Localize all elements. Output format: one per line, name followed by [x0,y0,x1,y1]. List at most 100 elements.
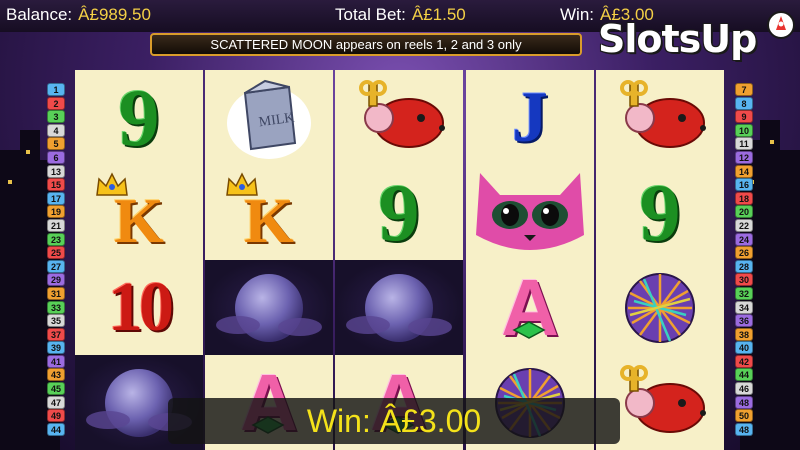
payline-markers-right: 7 8 9 10 11 12 14 16 18 20 22 24 26 28 30 32 34 36 38 40 42 4… [735,83,753,436]
nine-symbol: 9 [118,71,160,163]
balance-display: Balance: Â£989.50 [6,5,151,25]
payline-marker-left-4: 5 [47,137,65,151]
total-bet-value: Â£1.50 [411,5,466,24]
payline-marker-left-22: 45 [47,382,65,396]
payline-marker-left-24: 49 [47,409,65,423]
payline-marker-left-20: 41 [47,354,65,368]
reel-2-symbol-1: MILK [205,70,333,165]
payline-marker-right-1: 8 [735,96,753,110]
logo-text: SlotsUp [598,17,757,61]
total-bet-display: Total Bet: Â£1.50 [335,5,466,25]
ten-symbol: 10 [108,268,174,346]
payline-marker-right-19: 40 [735,341,753,355]
nine-symbol: 9 [378,166,420,258]
reel-4: JA [466,70,594,450]
payline-marker-right-8: 18 [735,191,753,205]
payline-marker-left-15: 31 [47,286,65,300]
payline-marker-left-9: 19 [47,205,65,219]
payline-marker-right-13: 28 [735,259,753,273]
payline-marker-right-11: 24 [735,232,753,246]
payline-marker-right-7: 16 [735,178,753,192]
reel-2-symbol-2: K [205,165,333,260]
reel-5: 9 [596,70,724,450]
payline-marker-right-6: 14 [735,164,753,178]
payline-marker-left-21: 43 [47,368,65,382]
rocket-icon [767,11,795,39]
payline-marker-left-11: 23 [47,232,65,246]
payline-marker-left-7: 15 [47,178,65,192]
payline-marker-left-3: 4 [47,123,65,137]
jack-symbol: J [512,77,548,157]
balance-label: Balance: [6,5,73,24]
payline-marker-left-1: 2 [47,96,65,110]
payline-markers-left: 1 2 3 4 5 6 13 15 17 19 21 23 25 27 29 31 33 35 37 39 41 43 45… [47,83,65,436]
milk-carton-icon: MILK [227,79,311,159]
reel-5-symbol-1 [596,70,724,165]
payline-marker-right-18: 38 [735,327,753,341]
payline-marker-left-17: 35 [47,314,65,328]
cat-face-icon [476,173,584,250]
reel-4-symbol-3: A [466,260,594,355]
wind-up-mouse-icon [620,79,706,148]
payline-marker-right-10: 22 [735,218,753,232]
payline-marker-right-24: 50 [735,409,753,423]
payline-marker-left-0: 1 [47,83,65,96]
scattered-moon-icon [346,273,452,342]
balance-value: Â£989.50 [78,5,151,24]
reel-2: MILKKA [205,70,333,450]
yarn-ball-icon [625,272,695,343]
reel-1: 9 K 10 [75,70,203,450]
payline-marker-right-25: 48 [735,422,753,436]
payline-marker-right-4: 11 [735,137,753,151]
payline-marker-right-9: 20 [735,205,753,219]
payline-marker-left-16: 33 [47,300,65,314]
payline-marker-right-0: 7 [735,83,753,96]
reel-3-symbol-1 [335,70,463,165]
reel-1-symbol-2: K [75,165,203,260]
message-banner: SCATTERED MOON appears on reels 1, 2 and… [150,33,582,56]
payline-marker-right-16: 34 [735,300,753,314]
reel-4-symbol-2 [466,165,594,260]
reel-4-symbol-1: J [466,70,594,165]
payline-marker-left-25: 44 [47,422,65,436]
payline-marker-right-21: 44 [735,368,753,382]
payline-marker-left-5: 6 [47,150,65,164]
payline-marker-left-12: 25 [47,246,65,260]
payline-marker-right-3: 10 [735,123,753,137]
payline-marker-left-2: 3 [47,110,65,124]
payline-marker-right-17: 36 [735,314,753,328]
reel-2-symbol-3 [205,260,333,355]
payline-marker-left-13: 27 [47,259,65,273]
payline-marker-right-12: 26 [735,246,753,260]
payline-marker-left-18: 37 [47,327,65,341]
win-amount-bar: Win: Â£3.00 [168,398,620,444]
payline-marker-left-10: 21 [47,218,65,232]
payline-marker-right-15: 32 [735,286,753,300]
payline-marker-left-6: 13 [47,164,65,178]
reel-5-symbol-3 [596,260,724,355]
payline-marker-right-5: 12 [735,150,753,164]
payline-marker-left-14: 29 [47,273,65,287]
reel-3: 9A [335,70,463,450]
reel-3-symbol-2: 9 [335,165,463,260]
win-label: Win: [560,5,594,24]
crown-icon [96,172,128,196]
reel-1-symbol-3: 10 [75,260,203,355]
crown-icon [226,172,258,196]
payline-marker-right-23: 48 [735,395,753,409]
payline-marker-left-8: 17 [47,191,65,205]
total-bet-label: Total Bet: [335,5,406,24]
reel-1-symbol-1: 9 [75,70,203,165]
payline-marker-right-22: 46 [735,382,753,396]
wind-up-mouse-icon [359,79,445,148]
reel-5-symbol-2: 9 [596,165,724,260]
wind-up-mouse-icon [620,364,706,433]
payline-marker-right-20: 42 [735,354,753,368]
payline-marker-right-14: 30 [735,273,753,287]
payline-marker-left-23: 47 [47,395,65,409]
slotsup-logo: SlotsUp [598,11,796,64]
payline-marker-left-19: 39 [47,341,65,355]
reel-3-symbol-3 [335,260,463,355]
nine-symbol: 9 [639,166,681,258]
scattered-moon-icon [216,273,322,342]
